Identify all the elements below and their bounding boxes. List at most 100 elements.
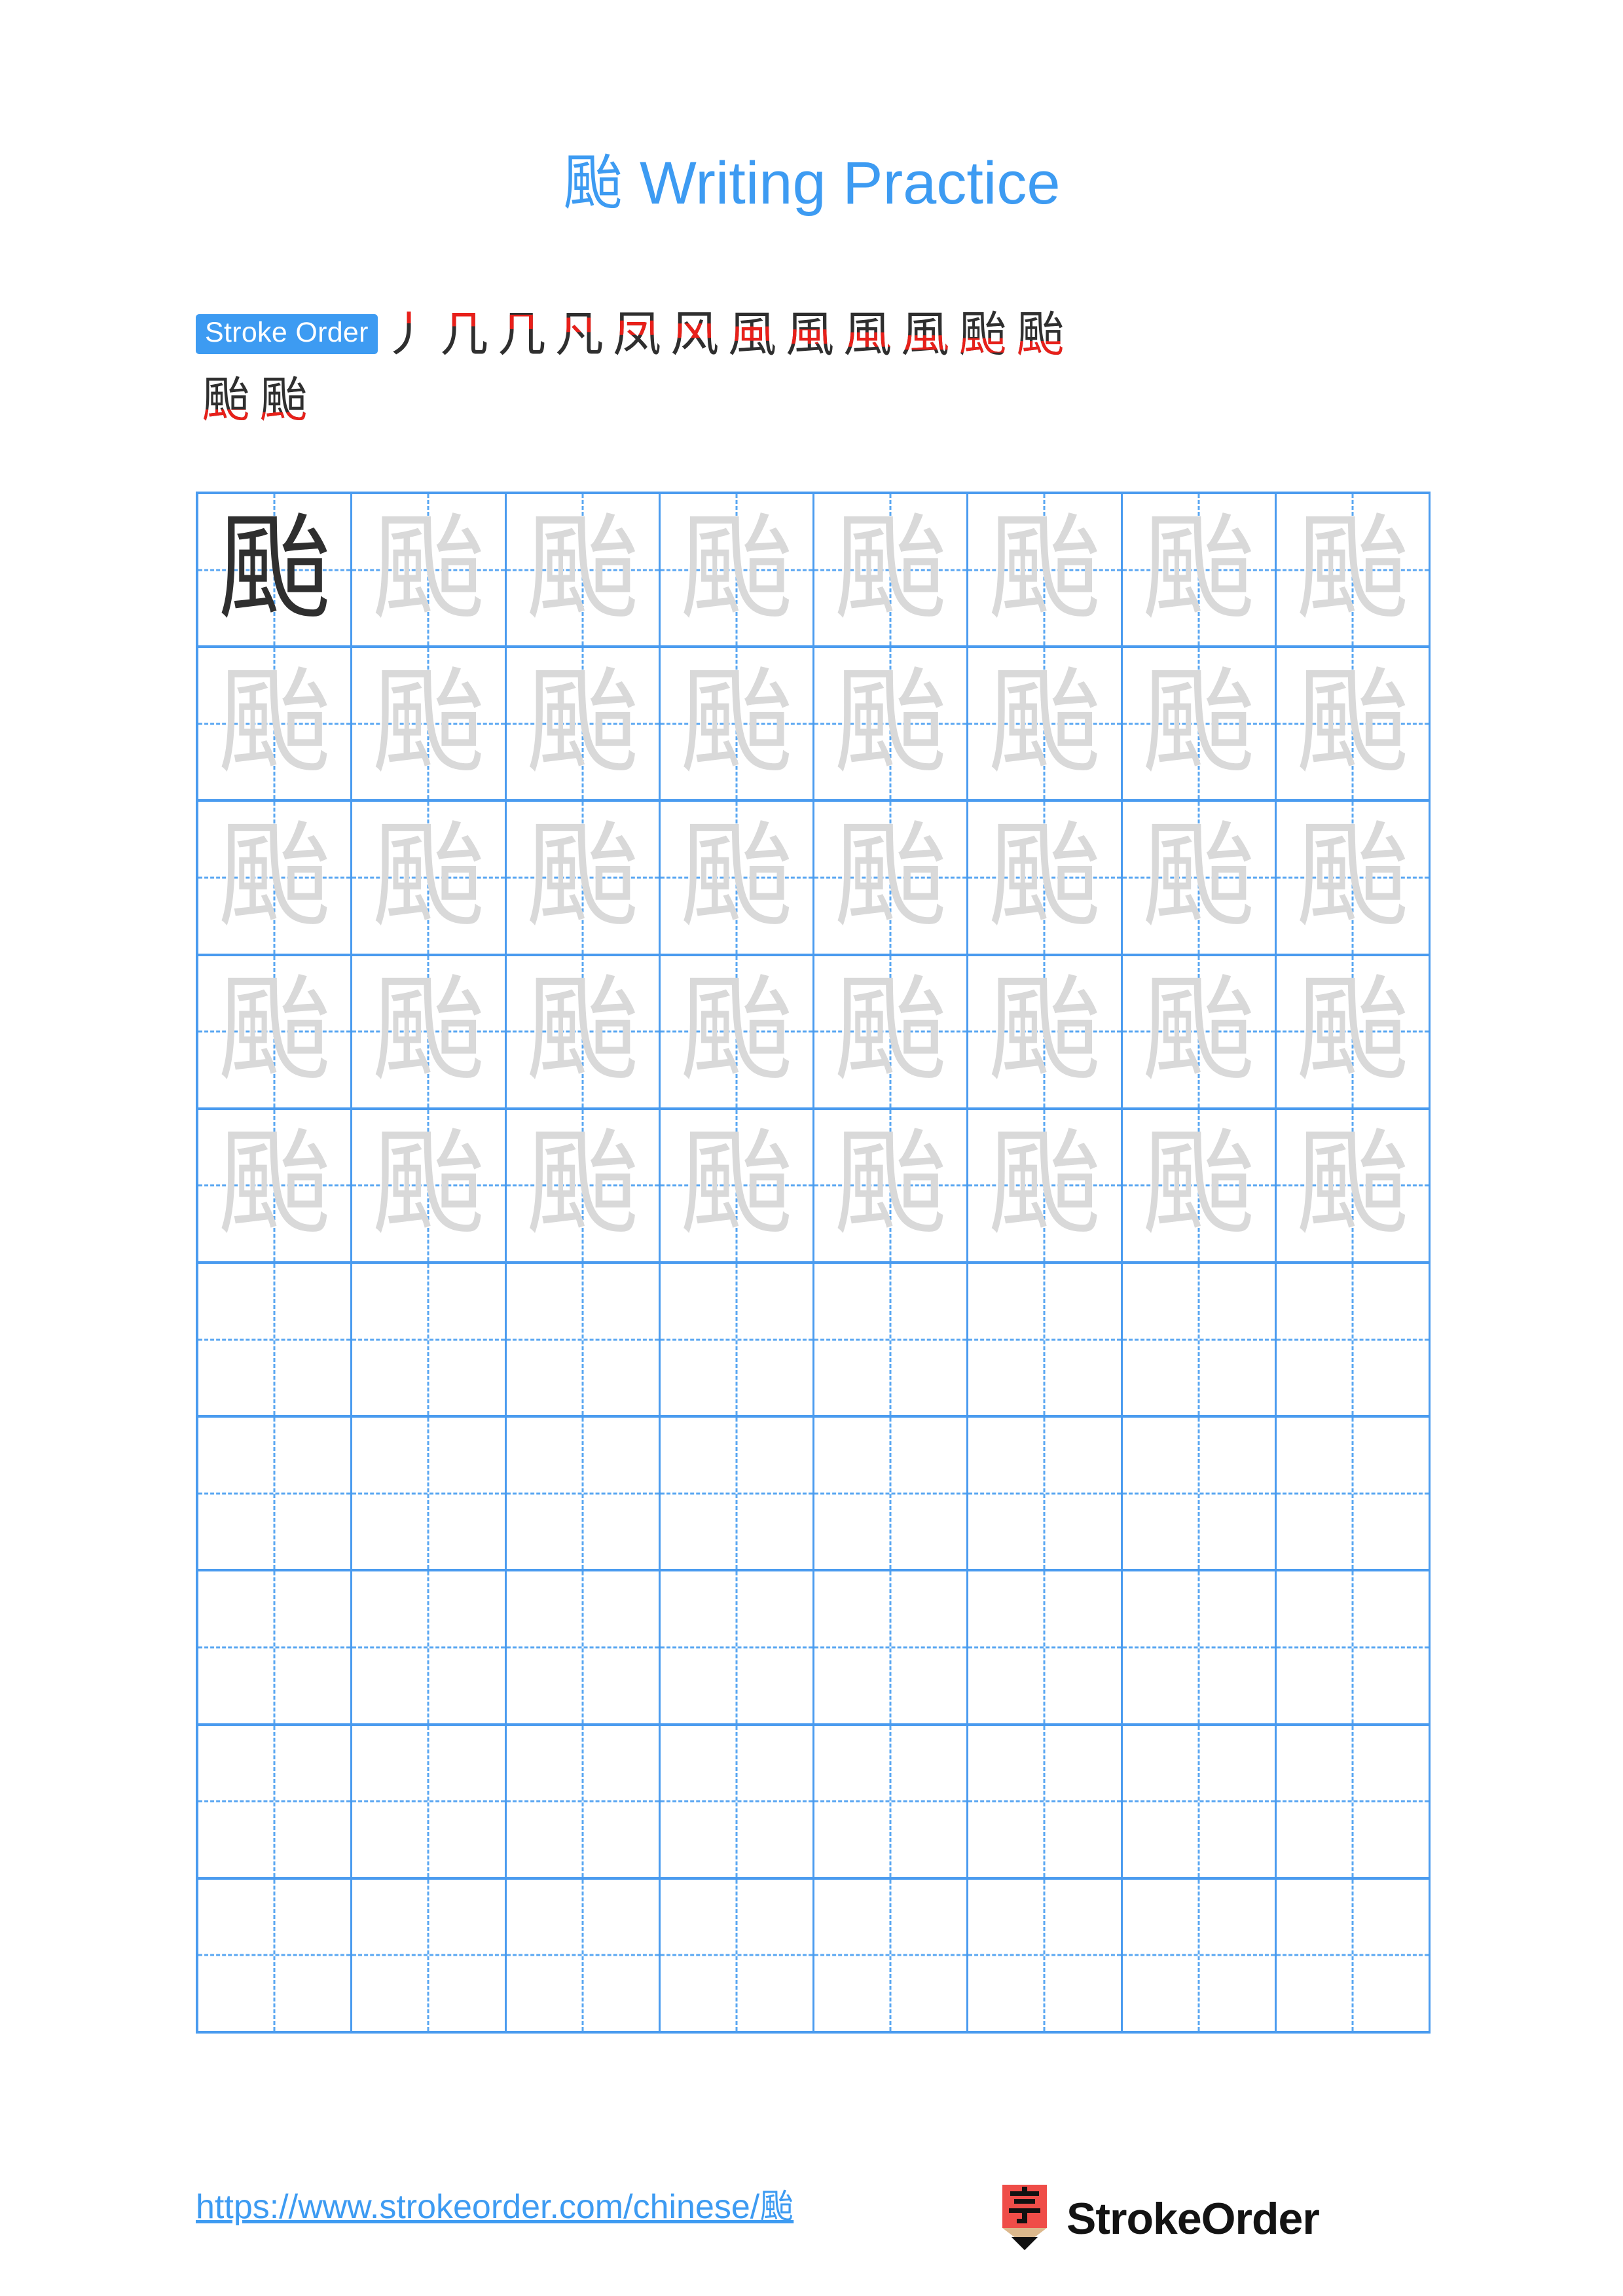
practice-cell-r3-c1[interactable]: 颱: [198, 802, 353, 954]
practice-row: 颱颱颱颱颱颱颱颱: [198, 956, 1431, 1110]
practice-cell-r3-c4[interactable]: 颱: [661, 802, 814, 954]
practice-cell-r6-c7[interactable]: [1123, 1264, 1277, 1416]
practice-cell-r10-c8[interactable]: [1277, 1879, 1431, 2032]
stroke-order-row-2: 颱颱颱颱: [197, 370, 1433, 428]
practice-cell-r10-c3[interactable]: [507, 1879, 661, 2032]
practice-cell-r4-c7[interactable]: 颱: [1123, 956, 1277, 1107]
stroke-step-4: 凡凡: [551, 305, 608, 363]
page-title-text: Writing Practice: [623, 149, 1061, 217]
practice-cell-r10-c2[interactable]: [352, 1879, 507, 2032]
practice-cell-r6-c6[interactable]: [968, 1264, 1123, 1416]
practice-cell-r1-c4[interactable]: 颱: [661, 494, 814, 646]
practice-cell-r9-c7[interactable]: [1123, 1725, 1277, 1877]
practice-cell-r9-c1[interactable]: [198, 1725, 353, 1877]
practice-cell-r1-c7[interactable]: 颱: [1123, 494, 1277, 646]
practice-cell-glyph: 颱: [217, 963, 333, 1098]
practice-cell-r1-c2[interactable]: 颱: [352, 494, 507, 646]
practice-cell-r3-c5[interactable]: 颱: [814, 802, 969, 954]
practice-cell-r5-c5[interactable]: 颱: [814, 1109, 969, 1262]
practice-cell-r3-c2[interactable]: 颱: [352, 802, 507, 954]
practice-cell-r6-c8[interactable]: [1277, 1264, 1431, 1416]
practice-cell-r10-c4[interactable]: [661, 1879, 814, 2032]
practice-cell-r1-c1[interactable]: 颱: [198, 494, 353, 646]
practice-cell-r2-c3[interactable]: 颱: [507, 648, 661, 800]
practice-cell-r8-c6[interactable]: [968, 1571, 1123, 1723]
practice-cell-r10-c6[interactable]: [968, 1879, 1123, 2032]
practice-cell-r3-c6[interactable]: 颱: [968, 802, 1123, 954]
practice-cell-r5-c7[interactable]: 颱: [1123, 1109, 1277, 1262]
practice-cell-r9-c3[interactable]: [507, 1725, 661, 1877]
practice-cell-r7-c1[interactable]: [198, 1418, 353, 1570]
practice-cell-r8-c2[interactable]: [352, 1571, 507, 1723]
practice-cell-r1-c3[interactable]: 颱: [507, 494, 661, 646]
practice-cell-r9-c5[interactable]: [814, 1725, 969, 1877]
practice-cell-r4-c6[interactable]: 颱: [968, 956, 1123, 1107]
practice-cell-r8-c3[interactable]: [507, 1571, 661, 1723]
practice-cell-r4-c5[interactable]: 颱: [814, 956, 969, 1107]
practice-cell-r9-c2[interactable]: [352, 1725, 507, 1877]
practice-cell-r7-c4[interactable]: [661, 1418, 814, 1570]
practice-cell-r7-c5[interactable]: [814, 1418, 969, 1570]
practice-cell-r1-c8[interactable]: 颱: [1277, 494, 1431, 646]
practice-cell-r2-c6[interactable]: 颱: [968, 648, 1123, 800]
practice-cell-r3-c3[interactable]: 颱: [507, 802, 661, 954]
practice-cell-glyph: 颱: [524, 655, 640, 789]
practice-cell-r4-c4[interactable]: 颱: [661, 956, 814, 1107]
practice-cell-r7-c8[interactable]: [1277, 1418, 1431, 1570]
practice-cell-r6-c3[interactable]: [507, 1264, 661, 1416]
pencil-icon: [1000, 2185, 1049, 2253]
practice-cell-r8-c1[interactable]: [198, 1571, 353, 1723]
practice-cell-glyph: 颱: [524, 1117, 640, 1251]
practice-cell-r8-c8[interactable]: [1277, 1571, 1431, 1723]
practice-cell-glyph: 颱: [524, 501, 640, 636]
practice-cell-glyph: [1277, 1571, 1429, 1723]
practice-cell-r6-c5[interactable]: [814, 1264, 969, 1416]
practice-cell-r5-c2[interactable]: 颱: [352, 1109, 507, 1262]
practice-cell-glyph: 颱: [987, 501, 1103, 636]
practice-cell-r2-c7[interactable]: 颱: [1123, 648, 1277, 800]
practice-cell-r7-c3[interactable]: [507, 1418, 661, 1570]
practice-cell-glyph: [1123, 1726, 1275, 1877]
practice-cell-r2-c5[interactable]: 颱: [814, 648, 969, 800]
practice-cell-r5-c6[interactable]: 颱: [968, 1109, 1123, 1262]
practice-cell-r5-c3[interactable]: 颱: [507, 1109, 661, 1262]
practice-cell-r5-c1[interactable]: 颱: [198, 1109, 353, 1262]
practice-cell-r2-c4[interactable]: 颱: [661, 648, 814, 800]
practice-cell-r4-c3[interactable]: 颱: [507, 956, 661, 1107]
practice-cell-r8-c5[interactable]: [814, 1571, 969, 1723]
practice-cell-r2-c1[interactable]: 颱: [198, 648, 353, 800]
practice-cell-r5-c8[interactable]: 颱: [1277, 1109, 1431, 1262]
practice-cell-r5-c4[interactable]: 颱: [661, 1109, 814, 1262]
practice-cell-r2-c2[interactable]: 颱: [352, 648, 507, 800]
practice-cell-r6-c4[interactable]: [661, 1264, 814, 1416]
practice-cell-glyph: [352, 1571, 504, 1723]
practice-cell-glyph: [814, 1264, 966, 1415]
practice-cell-r2-c8[interactable]: 颱: [1277, 648, 1431, 800]
practice-cell-glyph: 颱: [678, 655, 794, 789]
practice-cell-r10-c1[interactable]: [198, 1879, 353, 2032]
practice-cell-r9-c4[interactable]: [661, 1725, 814, 1877]
strokeorder-logo[interactable]: StrokeOrder: [1000, 2179, 1320, 2258]
practice-cell-r7-c6[interactable]: [968, 1418, 1123, 1570]
practice-cell-r6-c1[interactable]: [198, 1264, 353, 1416]
practice-cell-r4-c1[interactable]: 颱: [198, 956, 353, 1107]
practice-cell-r3-c8[interactable]: 颱: [1277, 802, 1431, 954]
practice-cell-r4-c8[interactable]: 颱: [1277, 956, 1431, 1107]
practice-cell-r8-c7[interactable]: [1123, 1571, 1277, 1723]
practice-cell-r7-c7[interactable]: [1123, 1418, 1277, 1570]
practice-cell-glyph: 颱: [1294, 809, 1410, 943]
practice-cell-r3-c7[interactable]: 颱: [1123, 802, 1277, 954]
practice-cell-r7-c2[interactable]: [352, 1418, 507, 1570]
practice-cell-r8-c4[interactable]: [661, 1571, 814, 1723]
practice-cell-r6-c2[interactable]: [352, 1264, 507, 1416]
practice-cell-r1-c5[interactable]: 颱: [814, 494, 969, 646]
practice-cell-r9-c8[interactable]: [1277, 1725, 1431, 1877]
practice-cell-r10-c5[interactable]: [814, 1879, 969, 2032]
practice-cell-r10-c7[interactable]: [1123, 1879, 1277, 2032]
practice-cell-r1-c6[interactable]: 颱: [968, 494, 1123, 646]
practice-cell-glyph: 颱: [1140, 809, 1256, 943]
practice-cell-r4-c2[interactable]: 颱: [352, 956, 507, 1107]
practice-grid: 颱颱颱颱颱颱颱颱颱颱颱颱颱颱颱颱颱颱颱颱颱颱颱颱颱颱颱颱颱颱颱颱颱颱颱颱颱颱颱颱: [196, 492, 1431, 2034]
practice-cell-r9-c6[interactable]: [968, 1725, 1123, 1877]
footer-url-link[interactable]: https://www.strokeorder.com/chinese/颱: [196, 2187, 793, 2227]
